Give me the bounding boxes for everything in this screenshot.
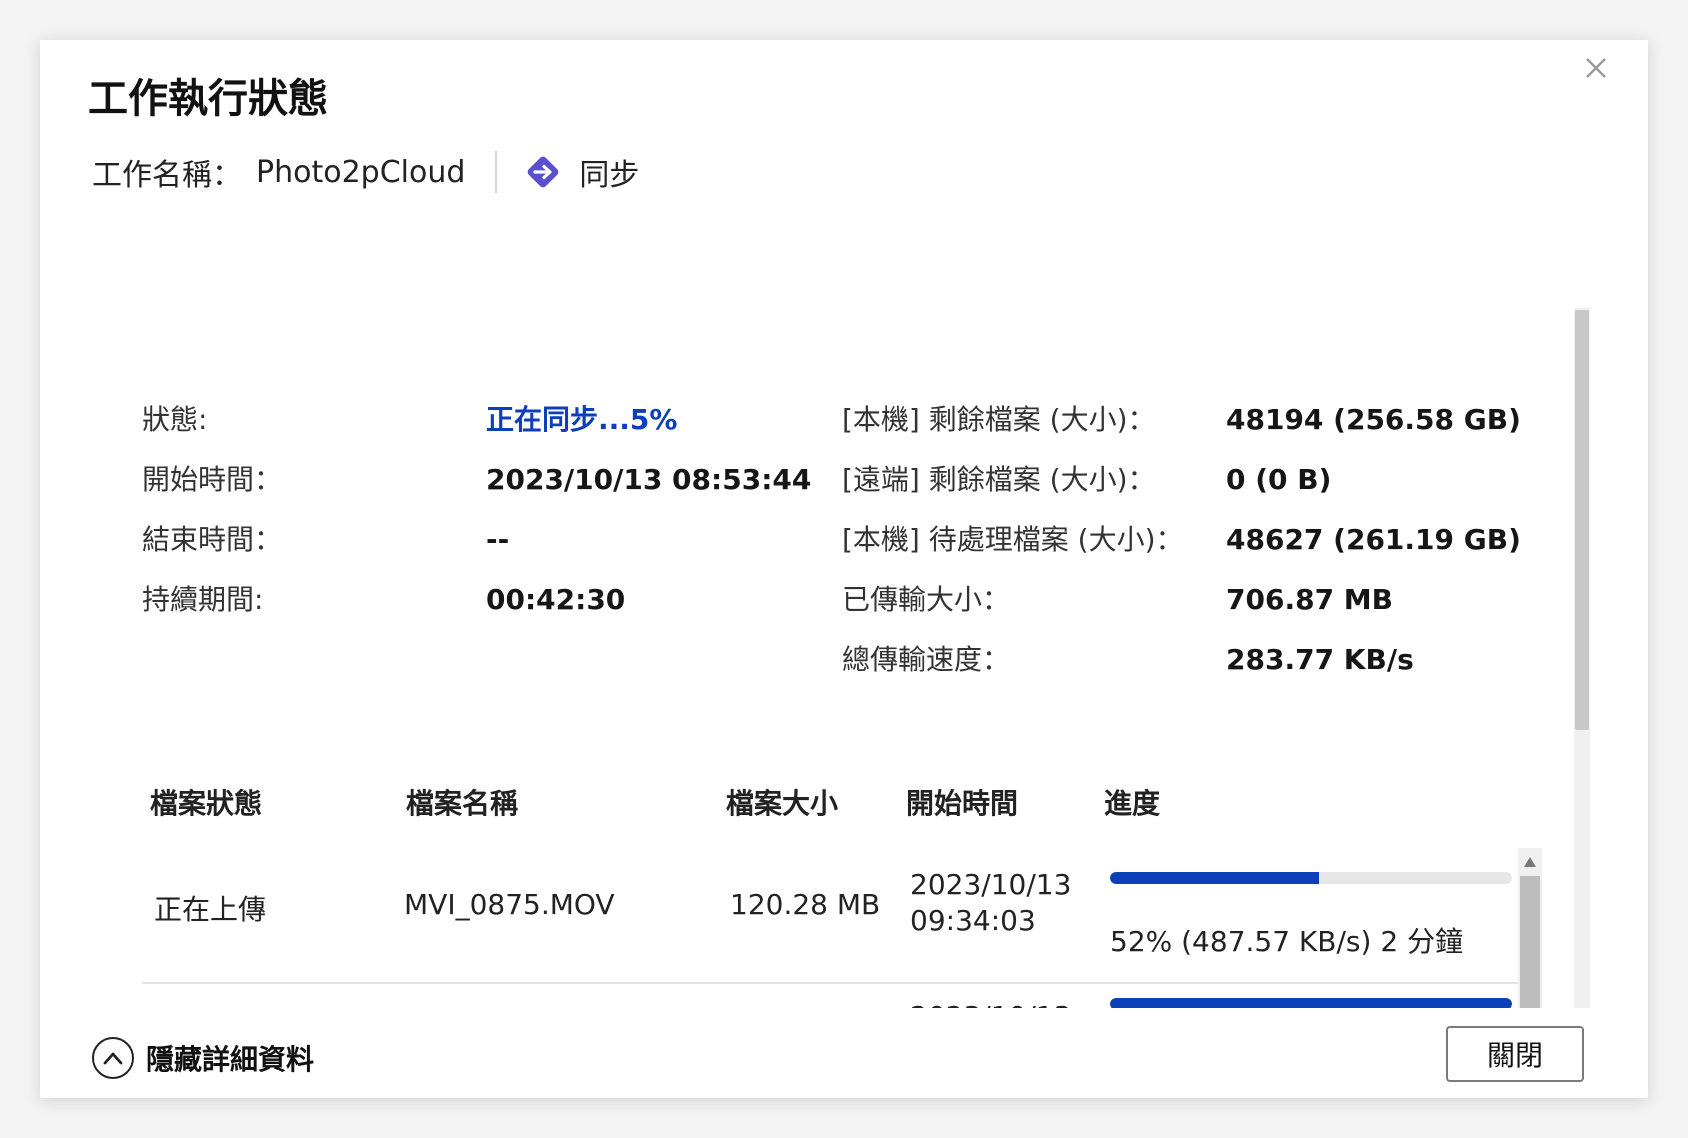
table-scrollbar[interactable] xyxy=(1518,848,1542,1008)
file-name: MVI_0875.MOV xyxy=(404,888,615,921)
dialog-title: 工作執行狀態 xyxy=(88,76,328,122)
sync-icon xyxy=(528,156,559,188)
status-label: 狀態: xyxy=(142,403,208,436)
details-scrollbar-thumb[interactable] xyxy=(1575,310,1589,730)
file-size: 120.28 MB xyxy=(730,888,881,921)
table-scrollbar-thumb[interactable] xyxy=(1520,876,1540,1008)
transfer-speed-label: 總傳輸速度： xyxy=(842,643,1011,676)
progress-bar xyxy=(1110,872,1512,884)
table-row: 正在上傳 MVI_0875.MOV 120.28 MB 2023/10/13 0… xyxy=(142,848,1534,984)
arrow-up-icon[interactable] xyxy=(1522,854,1538,870)
end-time-label: 結束時間： xyxy=(142,523,283,556)
file-start-date: 2023/10/13 xyxy=(910,868,1072,901)
job-status-dialog: 工作執行狀態 工作名稱： Photo2pCloud 同步 狀態: 正在同步...… xyxy=(40,40,1648,1098)
job-name-value: Photo2pCloud xyxy=(256,154,466,190)
status-value: 正在同步...5% xyxy=(486,403,678,436)
progress-text: 52% (487.57 KB/s) 2 分鐘 xyxy=(1110,925,1464,958)
start-time-value: 2023/10/13 08:53:44 xyxy=(486,463,812,496)
local-remaining-value: 48194 (256.58 GB) xyxy=(1226,403,1521,436)
progress-fill xyxy=(1110,998,1512,1008)
details-scrollbar[interactable] xyxy=(1574,308,1590,1008)
remote-remaining-value: 0 (0 B) xyxy=(1226,463,1332,496)
start-time-label: 開始時間： xyxy=(142,463,283,496)
table-row: 2023/10/13 xyxy=(142,984,1534,1008)
local-remaining-label: [本機] 剩餘檔案 (大小)： xyxy=(842,403,1156,436)
progress-fill xyxy=(1110,872,1320,884)
transferred-size-value: 706.87 MB xyxy=(1226,583,1394,616)
hide-details-toggle[interactable]: 隱藏詳細資料 xyxy=(92,1036,314,1080)
file-start-date: 2023/10/13 xyxy=(910,1000,1071,1008)
local-pending-value: 48627 (261.19 GB) xyxy=(1226,523,1521,556)
file-status: 正在上傳 xyxy=(154,893,267,926)
duration-label: 持續期間: xyxy=(142,583,264,616)
column-header-status: 檔案狀態 xyxy=(150,787,263,820)
file-table-body: 正在上傳 MVI_0875.MOV 120.28 MB 2023/10/13 0… xyxy=(142,848,1534,1008)
job-type-label: 同步 xyxy=(579,158,640,193)
job-name-label: 工作名稱： xyxy=(92,158,242,193)
local-pending-label: [本機] 待處理檔案 (大小)： xyxy=(842,523,1184,556)
hide-details-label: 隱藏詳細資料 xyxy=(146,1043,315,1076)
progress-bar xyxy=(1110,998,1512,1008)
close-button[interactable]: 關閉 xyxy=(1446,1026,1584,1082)
divider xyxy=(495,151,498,193)
file-table-header: 檔案狀態 檔案名稱 檔案大小 開始時間 進度 xyxy=(40,782,1570,826)
column-header-start-time: 開始時間 xyxy=(906,787,1019,820)
file-start-time: 09:34:03 xyxy=(910,904,1036,937)
end-time-value: -- xyxy=(486,523,510,556)
column-header-name: 檔案名稱 xyxy=(406,787,519,820)
close-icon[interactable] xyxy=(1576,48,1616,88)
duration-value: 00:42:30 xyxy=(486,583,626,616)
details-scroll-area[interactable]: 狀態: 正在同步...5% 開始時間： 2023/10/13 08:53:44 … xyxy=(40,308,1570,1008)
column-header-progress: 進度 xyxy=(1104,787,1161,820)
remote-remaining-label: [遠端] 剩餘檔案 (大小)： xyxy=(842,463,1156,496)
transfer-speed-value: 283.77 KB/s xyxy=(1226,643,1414,676)
column-header-size: 檔案大小 xyxy=(726,787,839,820)
transferred-size-label: 已傳輸大小： xyxy=(842,583,1011,616)
chevron-up-icon xyxy=(92,1037,134,1079)
job-info-row: 工作名稱： Photo2pCloud 同步 xyxy=(92,148,639,196)
